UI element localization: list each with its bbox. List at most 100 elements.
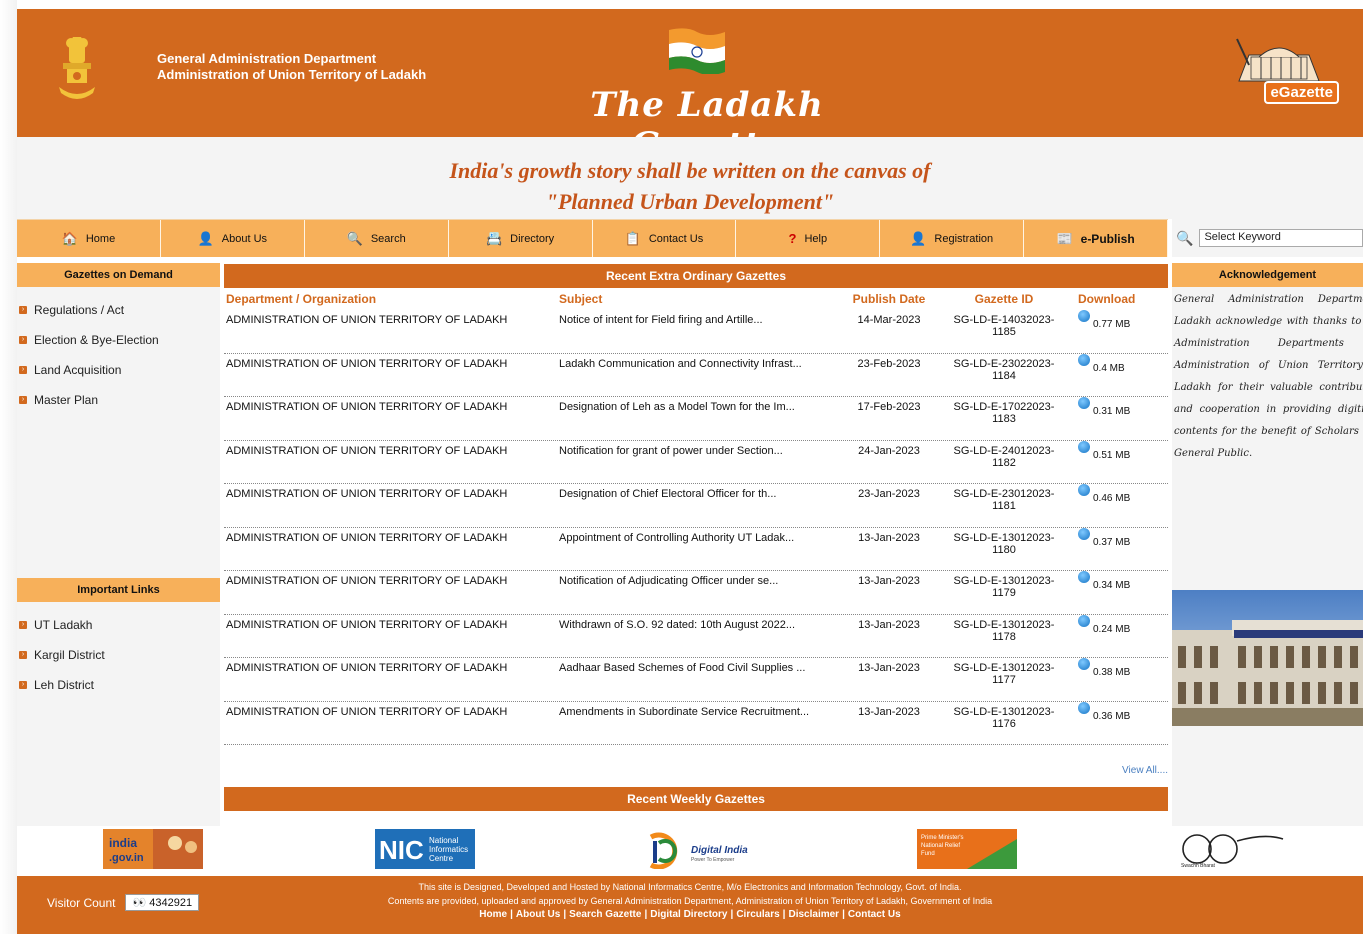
row-file-size: 0.77 MB — [1093, 319, 1131, 330]
table-row: ADMINISTRATION OF UNION TERRITORY OF LAD… — [224, 614, 1168, 658]
search-icon: 🔍 — [1176, 229, 1194, 246]
footer-link-search-gazette[interactable]: Search Gazette — [566, 909, 644, 920]
row-gazette-id: SG-LD-E-13012023-1176 — [953, 705, 1055, 730]
footer-link-contact[interactable]: Contact Us — [845, 909, 904, 920]
recent-weekly-title: Recent Weekly Gazettes — [224, 787, 1168, 811]
column-header-date: Publish Date — [852, 292, 926, 306]
page-left-edge — [0, 0, 17, 934]
registration-icon: 👤 — [910, 230, 927, 246]
row-subject-link[interactable]: Ladakh Communication and Connectivity In… — [559, 354, 834, 370]
row-download-button[interactable]: 0.37 MB — [1064, 527, 1168, 548]
footer-link-digital-directory[interactable]: Digital Directory — [647, 909, 730, 920]
row-subject-link[interactable]: Withdrawn of S.O. 92 dated: 10th August … — [559, 615, 834, 631]
bullet-icon: › — [19, 396, 27, 404]
visitor-count-value: 👀 4342921 — [125, 894, 200, 911]
row-department: ADMINISTRATION OF UNION TERRITORY OF LAD… — [226, 618, 508, 631]
bullet-icon: › — [19, 306, 27, 314]
eyes-icon: 👀 — [132, 897, 150, 909]
row-publish-date: 23-Jan-2023 — [858, 488, 920, 500]
row-download-button[interactable]: 0.51 MB — [1064, 440, 1168, 461]
svg-text:Centre: Centre — [429, 854, 454, 863]
nav-registration-label: Registration — [934, 232, 994, 245]
svg-text:Swachh Bharat: Swachh Bharat — [1181, 863, 1216, 869]
link-leh-district[interactable]: › Leh District — [17, 670, 220, 700]
row-subject-link[interactable]: Amendments in Subordinate Service Recrui… — [559, 702, 834, 718]
svg-text:Prime Minister's: Prime Minister's — [921, 835, 963, 841]
row-department: ADMINISTRATION OF UNION TERRITORY OF LAD… — [226, 662, 508, 674]
nic-logo[interactable]: NIC National Informatics Centre — [375, 829, 475, 869]
row-subject-link[interactable]: Appointment of Controlling Authority UT … — [559, 528, 834, 544]
swachh-bharat-logo[interactable]: Swachh Bharat — [1175, 829, 1287, 869]
nav-directory[interactable]: 📇 Directory — [449, 220, 593, 257]
row-download-button[interactable]: 0.4 MB — [1064, 353, 1168, 374]
tagline: India's growth story shall be written on… — [17, 137, 1363, 219]
row-subject-link[interactable]: Notice of intent for Field firing and Ar… — [559, 310, 834, 326]
search-icon: 🔍 — [346, 230, 363, 246]
view-all-link[interactable]: View All.... — [224, 765, 1168, 779]
row-download-button[interactable]: 0.77 MB — [1064, 310, 1168, 330]
row-subject-link[interactable]: Designation of Leh as a Model Town for t… — [559, 397, 834, 413]
row-download-button[interactable]: 0.38 MB — [1064, 658, 1168, 678]
table-row: ADMINISTRATION OF UNION TERRITORY OF LAD… — [224, 658, 1168, 702]
footer-link-about[interactable]: About Us — [513, 909, 563, 920]
nav-home[interactable]: 🏠 Home — [17, 220, 161, 257]
download-icon — [1078, 527, 1090, 540]
download-icon — [1078, 571, 1090, 583]
download-icon — [1078, 484, 1090, 496]
row-file-size: 0.31 MB — [1093, 406, 1131, 417]
row-file-size: 0.24 MB — [1093, 623, 1131, 635]
nav-epublish-label: e-Publish — [1080, 231, 1135, 246]
footer-link-home[interactable]: Home — [476, 909, 510, 920]
gazette-link-land-acquisition[interactable]: › Land Acquisition — [17, 355, 220, 385]
column-header-download: Download — [1078, 292, 1136, 306]
footer-line-2: Contents are provided, uploaded and appr… — [387, 896, 993, 906]
nav-about-us[interactable]: 👤 About Us — [161, 220, 305, 257]
row-publish-date: 13-Jan-2023 — [858, 531, 920, 544]
row-download-button[interactable]: 0.34 MB — [1064, 571, 1168, 591]
row-subject-link[interactable]: Designation of Chief Electoral Officer f… — [559, 484, 834, 500]
bullet-icon: › — [19, 681, 27, 689]
nav-help-label: Help — [804, 232, 828, 245]
gazette-table-body: ADMINISTRATION OF UNION TERRITORY OF LAD… — [224, 310, 1168, 745]
gazette-link-master-plan[interactable]: › Master Plan — [17, 385, 220, 415]
row-download-button[interactable]: 0.46 MB — [1064, 484, 1168, 504]
nav-search[interactable]: 🔍 Search — [305, 220, 449, 257]
row-gazette-id: SG-LD-E-17022023-1183 — [953, 401, 1055, 425]
row-publish-date: 13-Jan-2023 — [858, 618, 920, 631]
download-icon — [1078, 658, 1090, 670]
download-icon — [1078, 353, 1090, 366]
footer-link-disclaimer[interactable]: Disclaimer — [785, 909, 842, 920]
nav-e-publish[interactable]: 📰 e-Publish — [1024, 220, 1168, 257]
gazette-link-election[interactable]: › Election & Bye-Election — [17, 325, 220, 355]
user-icon: 👤 — [197, 230, 214, 246]
nav-registration[interactable]: 👤 Registration — [880, 220, 1025, 257]
keyword-select[interactable]: Select Keyword — [1199, 229, 1363, 247]
row-download-button[interactable]: 0.36 MB — [1064, 701, 1168, 722]
recent-extraordinary-title: Recent Extra Ordinary Gazettes — [224, 264, 1168, 288]
row-gazette-id: SG-LD-E-23012023-1181 — [953, 488, 1055, 512]
row-subject-link[interactable]: Notification of Adjudicating Officer und… — [559, 571, 834, 587]
link-ut-ladakh[interactable]: › UT Ladakh — [17, 610, 220, 640]
contact-icon: 📋 — [624, 230, 641, 246]
table-row: ADMINISTRATION OF UNION TERRITORY OF LAD… — [224, 571, 1168, 615]
pmnrf-logo[interactable]: Prime Minister's National Relief Fund — [917, 829, 1017, 869]
digital-india-logo[interactable]: Digital India Power To Empower — [645, 829, 755, 869]
gazette-link-regulations[interactable]: › Regulations / Act — [17, 295, 220, 325]
partner-logos: india .gov.in NIC National Informatics C… — [17, 826, 1363, 876]
row-subject-link[interactable]: Aadhaar Based Schemes of Food Civil Supp… — [559, 658, 834, 674]
link-kargil-district[interactable]: › Kargil District — [17, 640, 220, 670]
svg-text:.gov.in: .gov.in — [109, 852, 144, 864]
row-department: ADMINISTRATION OF UNION TERRITORY OF LAD… — [226, 314, 508, 326]
footer-link-circulars[interactable]: Circulars — [733, 909, 782, 920]
row-department: ADMINISTRATION OF UNION TERRITORY OF LAD… — [226, 488, 508, 500]
nav-help[interactable]: ? Help — [736, 220, 881, 257]
row-download-button[interactable]: 0.31 MB — [1064, 397, 1168, 417]
bullet-icon: › — [19, 651, 27, 659]
bullet-icon: › — [19, 621, 27, 629]
important-links-title: Important Links — [17, 578, 220, 602]
bullet-icon: › — [19, 366, 27, 374]
row-download-button[interactable]: 0.24 MB — [1064, 614, 1168, 635]
india-gov-logo[interactable]: india .gov.in — [103, 829, 203, 869]
nav-contact-us[interactable]: 📋 Contact Us — [593, 220, 737, 257]
row-subject-link[interactable]: Notification for grant of power under Se… — [559, 441, 834, 457]
